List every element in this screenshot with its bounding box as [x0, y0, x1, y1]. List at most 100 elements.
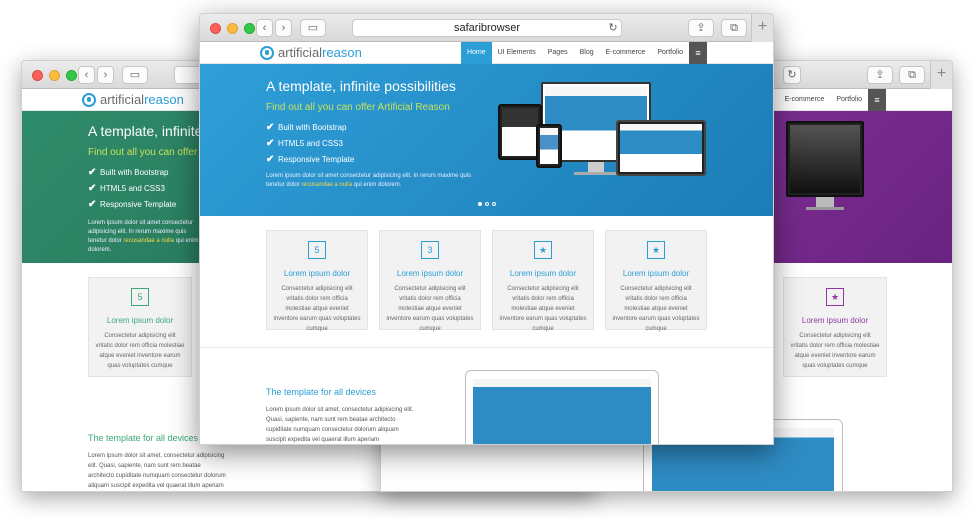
new-tab-button[interactable]: + [930, 61, 952, 89]
monitor-mockup [786, 121, 864, 211]
sidebar-toggle-icon[interactable]: ▭ [300, 19, 326, 37]
feature-card: ★ Lorem ipsum dolor Consectetur adipisic… [605, 230, 707, 332]
browser-toolbar: ‹ › ▭ safaribrowser ↻ ⇪ ⧉ + [200, 14, 773, 42]
reload-icon[interactable]: ↻ [606, 20, 620, 36]
card-text: Consectetur adipisicing elit vritatis do… [386, 286, 474, 332]
star-icon: ★ [826, 288, 844, 306]
card-title: Lorem ipsum dolor [396, 269, 464, 278]
html5-icon: 5 [308, 241, 326, 259]
share-icon[interactable]: ⇪ [688, 19, 714, 37]
logo-text-accent: reason [144, 92, 184, 107]
check-icon: ✔ [88, 183, 97, 194]
feature-checklist: ✔ Built with Bootstrap ✔ HTML5 and CSS3 ✔ R… [266, 120, 354, 168]
back-button[interactable]: ‹ [256, 19, 273, 37]
hero-paragraph: Lorem ipsum dolor sit amet consectetur a… [266, 173, 472, 188]
site-logo[interactable]: artificialreason [260, 45, 362, 60]
feature-card: 3 Lorem ipsum dolor Consectetur adipisic… [379, 230, 481, 332]
carousel-dot[interactable] [485, 202, 489, 206]
card-text: Consectetur adipisicing elit vritatis do… [790, 333, 880, 369]
card-title: Lorem ipsum dolor [801, 316, 869, 325]
hero-link[interactable]: recusandae a nulla [123, 238, 174, 244]
hero-subtitle: Find out all you can offer Artificial Re… [266, 102, 450, 113]
nav-item-ecommerce[interactable]: E-commerce [600, 42, 652, 64]
window-controls [210, 23, 255, 34]
address-bar[interactable]: safaribrowser [352, 19, 622, 37]
card-title: Lorem ipsum dolor [622, 269, 690, 278]
logo-icon [260, 45, 274, 60]
hero-subtitle: Find out all you can offer A [88, 147, 207, 158]
tabs-icon[interactable]: ⧉ [721, 19, 747, 37]
check-icon: ✔ [266, 154, 275, 165]
laptop-mockup [465, 370, 659, 444]
carousel-indicators [478, 202, 496, 206]
reload-icon[interactable]: ↻ [783, 66, 801, 84]
menu-icon[interactable]: ≡ [868, 89, 886, 111]
nav-item-portfolio[interactable]: Portfolio [830, 89, 868, 111]
html5-icon: 5 [131, 288, 149, 306]
tabs-icon[interactable]: ⧉ [899, 66, 925, 84]
sidebar-toggle-icon[interactable]: ▭ [122, 66, 148, 84]
card-title: Lorem ipsum dolor [509, 269, 577, 278]
nav-item-ui-elements[interactable]: UI Elements [492, 42, 542, 64]
address-text: safaribrowser [453, 22, 521, 34]
close-window-button[interactable] [32, 70, 43, 81]
devices-mockup [496, 82, 706, 192]
logo-text: artificial [278, 45, 323, 60]
logo-text-accent: reason [322, 45, 362, 60]
section-title: The template for all devices [88, 433, 199, 443]
close-window-button[interactable] [210, 23, 221, 34]
check-icon: ✔ [88, 199, 97, 210]
checklist-item: ✔ HTML5 and CSS3 [266, 136, 354, 152]
feature-card: 5 Lorem ipsum dolor Consectetur adipisic… [266, 230, 368, 332]
hero-paragraph: Lorem ipsum dolor sit amet consectetur a… [88, 220, 199, 253]
site-logo[interactable]: artificialreason [82, 92, 184, 107]
nav-item-ecommerce[interactable]: E-commerce [779, 89, 831, 111]
checklist-item: ✔ Built with Bootstrap [88, 165, 176, 181]
menu-icon[interactable]: ≡ [689, 42, 707, 64]
minimize-window-button[interactable] [49, 70, 60, 81]
check-icon: ✔ [88, 167, 97, 178]
window-controls [32, 70, 77, 81]
checklist-item: ✔ Responsive Template [88, 197, 176, 213]
logo-text: artificial [100, 92, 145, 107]
nav-item-home[interactable]: Home [460, 42, 492, 64]
site-nav: artificialreason Home UI Elements Pages … [200, 42, 773, 64]
back-button[interactable]: ‹ [78, 66, 95, 84]
feature-checklist: ✔ Built with Bootstrap ✔ HTML5 and CSS3 ✔ R… [88, 165, 176, 213]
forward-button[interactable]: › [97, 66, 114, 84]
star-icon: ★ [647, 241, 665, 259]
card-text: Consectetur adipisicing elit vritatis do… [499, 286, 587, 332]
logo-icon [82, 92, 96, 107]
hero-title: A template, infinite possibilities [266, 78, 456, 94]
feature-card: ★ Lorem ipsum dolor Consectetur adipisic… [492, 230, 594, 332]
divider [200, 347, 773, 348]
zoom-window-button[interactable] [244, 23, 255, 34]
checklist-item: ✔ HTML5 and CSS3 [88, 181, 176, 197]
nav-item-portfolio[interactable]: Portfolio [651, 42, 689, 64]
nav-item-blog[interactable]: Blog [574, 42, 600, 64]
zoom-window-button[interactable] [66, 70, 77, 81]
carousel-dot[interactable] [478, 202, 482, 206]
card-title: Lorem ipsum dolor [106, 316, 174, 325]
check-icon: ✔ [266, 122, 275, 133]
card-text: Consectetur adipisicing elit vritatis do… [612, 286, 700, 332]
hero-link[interactable]: recusandae a nulla [301, 182, 352, 188]
stage: ‹ › ▭ artificialreason A template, infin… [0, 0, 973, 518]
browser-window-front: ‹ › ▭ safaribrowser ↻ ⇪ ⧉ + artificialre… [199, 13, 774, 445]
feature-card: 5 Lorem ipsum dolor Consectetur adipisic… [88, 277, 192, 377]
section-title: The template for all devices [266, 387, 377, 397]
share-icon[interactable]: ⇪ [867, 66, 893, 84]
minimize-window-button[interactable] [227, 23, 238, 34]
nav-item-pages[interactable]: Pages [542, 42, 574, 64]
forward-button[interactable]: › [275, 19, 292, 37]
section-paragraph: Lorem ipsum dolor sit amet, consectetur … [88, 453, 226, 489]
card-text: Consectetur adipisicing elit vritatis do… [95, 333, 185, 369]
checklist-item: ✔ Responsive Template [266, 152, 354, 168]
new-tab-button[interactable]: + [751, 14, 773, 42]
hero-blue: A template, infinite possibilities Find … [200, 64, 773, 216]
css3-icon: 3 [421, 241, 439, 259]
check-icon: ✔ [266, 138, 275, 149]
card-title: Lorem ipsum dolor [283, 269, 351, 278]
carousel-dot[interactable] [492, 202, 496, 206]
checklist-item: ✔ Built with Bootstrap [266, 120, 354, 136]
